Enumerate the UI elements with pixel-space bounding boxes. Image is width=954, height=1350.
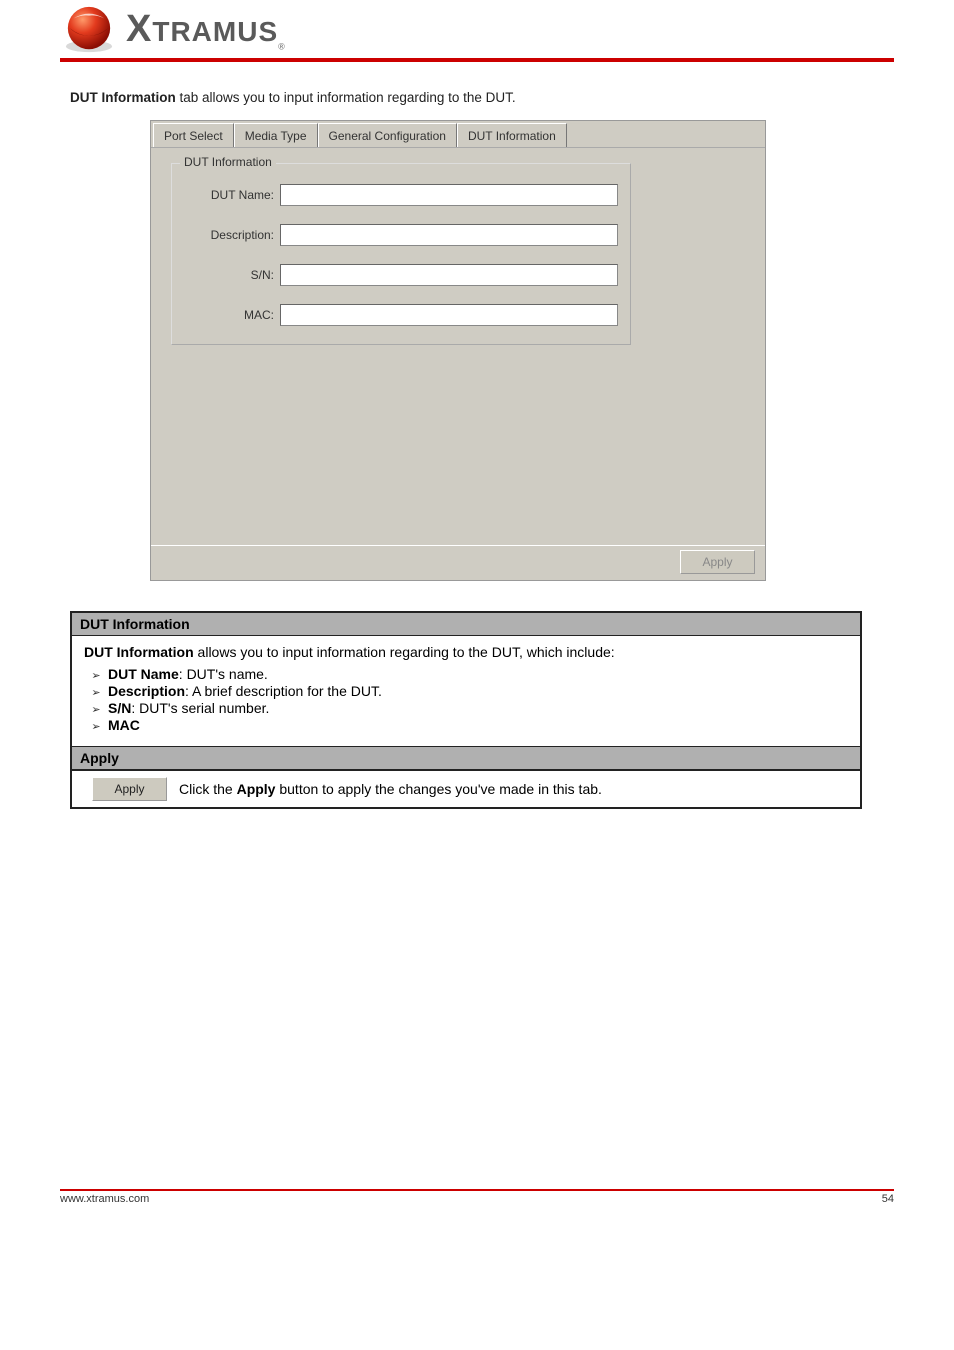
bullet-icon: ➢ [84,717,108,733]
bullet-dut-name: ➢ DUT Name: DUT's name. [84,666,848,682]
header-divider [60,58,894,62]
tab-general-config[interactable]: General Configuration [318,123,457,147]
bullet-icon: ➢ [84,683,108,699]
dut-info-groupbox: DUT Information DUT Name: Description: S… [171,163,631,345]
page-footer: www.xtramus.com 54 [0,1189,954,1205]
description-table: DUT Information DUT Information allows y… [70,611,862,809]
page-header: XTRAMUS® [0,0,954,55]
field-description: Description: [184,224,618,246]
footer-url: www.xtramus.com [60,1193,149,1205]
description-input[interactable] [280,224,618,246]
logo-sphere-icon [60,5,118,55]
tab-media-type[interactable]: Media Type [234,123,318,147]
page-number: 54 [882,1193,894,1205]
apply-row: Apply Click the Apply button to apply th… [72,770,860,807]
sn-input[interactable] [280,264,618,286]
desc-header: DUT Information [72,613,860,636]
bullet-mac: ➢ MAC [84,717,848,733]
logo: XTRAMUS® [60,5,894,55]
desc-intro: DUT Information allows you to input info… [84,644,848,660]
tab-port-select[interactable]: Port Select [153,123,234,147]
tab-strip: Port Select Media Type General Configura… [151,121,765,148]
mac-input[interactable] [280,304,618,326]
field-sn: S/N: [184,264,618,286]
apply-section-header: Apply [72,746,860,770]
dut-name-label: DUT Name: [184,188,274,202]
apply-bar: Apply [151,545,765,580]
bullet-icon: ➢ [84,700,108,716]
groupbox-legend: DUT Information [180,155,276,169]
tab-body: DUT Information DUT Name: Description: S… [151,148,765,545]
intro-text: DUT Information tab allows you to input … [70,90,884,105]
mac-label: MAC: [184,308,274,322]
sn-label: S/N: [184,268,274,282]
bullet-icon: ➢ [84,666,108,682]
config-window: Port Select Media Type General Configura… [150,120,766,581]
desc-body: DUT Information allows you to input info… [72,636,860,746]
bullet-description: ➢ Description: A brief description for t… [84,683,848,699]
apply-description: Click the Apply button to apply the chan… [179,781,602,797]
field-mac: MAC: [184,304,618,326]
footer-divider [60,1189,894,1191]
apply-button[interactable]: Apply [680,550,755,574]
bullet-sn: ➢ S/N: DUT's serial number. [84,700,848,716]
dut-name-input[interactable] [280,184,618,206]
tab-dut-information[interactable]: DUT Information [457,123,567,147]
logo-text: XTRAMUS® [126,8,286,52]
apply-button-doc[interactable]: Apply [92,777,167,801]
description-label: Description: [184,228,274,242]
field-dut-name: DUT Name: [184,184,618,206]
